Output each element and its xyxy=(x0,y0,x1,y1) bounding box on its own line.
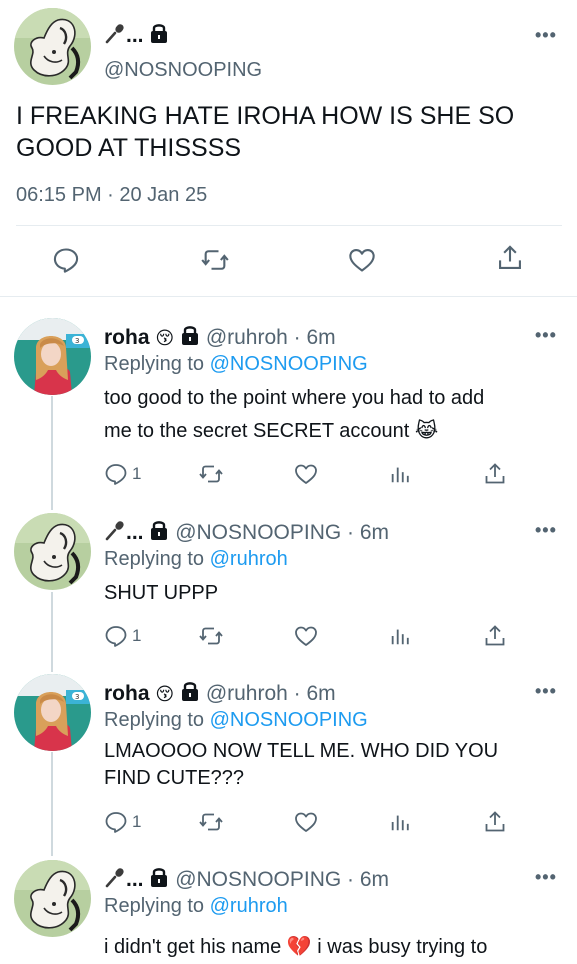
reply-button[interactable]: 1 xyxy=(104,624,141,648)
lock-icon xyxy=(149,519,169,541)
analytics-button[interactable] xyxy=(389,624,411,648)
reply-header[interactable]: ... @NOSNOOPING · 6m xyxy=(104,866,389,893)
lock-icon xyxy=(149,22,169,44)
replying-to: Replying to @NOSNOOPING xyxy=(104,709,368,731)
author-avatar[interactable] xyxy=(14,8,91,85)
like-button[interactable] xyxy=(294,624,318,648)
mention-link[interactable]: @NOSNOOPING xyxy=(210,353,368,375)
mention-link[interactable]: @ruhroh xyxy=(210,548,288,570)
more-icon[interactable]: ••• xyxy=(535,26,557,44)
retweet-button[interactable] xyxy=(200,246,230,279)
reply-text: SHUT UPPP xyxy=(104,582,219,604)
share-button[interactable] xyxy=(483,624,507,648)
reply-text: i didn't get his name 💔 i was busy tryin… xyxy=(104,936,488,958)
lock-icon xyxy=(149,866,169,888)
author-handle[interactable]: @NOSNOOPING xyxy=(104,58,262,82)
reply-avatar[interactable] xyxy=(14,513,91,590)
reply-button[interactable]: 1 xyxy=(104,462,141,486)
like-button[interactable] xyxy=(294,810,318,834)
kissing-emoji: 😚 xyxy=(155,684,175,704)
microphone-icon xyxy=(104,519,126,541)
more-icon[interactable]: ••• xyxy=(535,326,557,344)
share-button[interactable] xyxy=(496,244,524,277)
thread-line xyxy=(51,752,53,856)
retweet-button[interactable] xyxy=(198,810,224,834)
analytics-button[interactable] xyxy=(389,810,411,834)
microphone-icon xyxy=(104,866,126,888)
more-icon[interactable]: ••• xyxy=(535,521,557,539)
share-button[interactable] xyxy=(483,462,507,486)
reply-text: LMAOOOO NOW TELL ME. WHO DID YOU FIND CU… xyxy=(104,740,499,789)
like-button[interactable] xyxy=(348,246,376,279)
thread-line xyxy=(51,396,53,510)
share-button[interactable] xyxy=(483,810,507,834)
thread-line xyxy=(51,592,53,672)
more-icon[interactable]: ••• xyxy=(535,682,557,700)
retweet-button[interactable] xyxy=(198,624,224,648)
reply-avatar[interactable] xyxy=(14,318,91,395)
divider xyxy=(16,225,562,226)
like-button[interactable] xyxy=(294,462,318,486)
replying-to: Replying to @NOSNOOPING xyxy=(104,353,368,375)
author-name[interactable]: ... xyxy=(104,22,169,49)
reply-header[interactable]: roha 😚 @ruhroh · 6m xyxy=(104,680,336,707)
more-icon[interactable]: ••• xyxy=(535,868,557,886)
replying-to: Replying to @ruhroh xyxy=(104,548,288,570)
reply-button[interactable]: 1 xyxy=(104,810,141,834)
lock-icon xyxy=(180,680,200,702)
tweet-text: I FREAKING HATE IROHA HOW IS SHE SO GOOD… xyxy=(16,102,515,162)
reply-header[interactable]: ... @NOSNOOPING · 6m xyxy=(104,519,389,546)
microphone-icon xyxy=(104,22,126,44)
divider xyxy=(0,296,577,297)
reply-header[interactable]: roha 😚 @ruhroh · 6m xyxy=(104,324,336,351)
tweet-timestamp[interactable]: 06:15 PM · 20 Jan 25 xyxy=(16,182,207,208)
mention-link[interactable]: @NOSNOOPING xyxy=(210,709,368,731)
analytics-button[interactable] xyxy=(389,462,411,486)
reply-button[interactable] xyxy=(52,246,80,279)
reply-avatar[interactable] xyxy=(14,674,91,751)
replying-to: Replying to @ruhroh xyxy=(104,895,288,917)
reply-text: too good to the point where you had to a… xyxy=(104,387,485,442)
kissing-emoji: 😚 xyxy=(155,328,175,348)
lock-icon xyxy=(180,324,200,346)
mention-link[interactable]: @ruhroh xyxy=(210,895,288,917)
retweet-button[interactable] xyxy=(198,462,224,486)
reply-avatar[interactable] xyxy=(14,860,91,937)
